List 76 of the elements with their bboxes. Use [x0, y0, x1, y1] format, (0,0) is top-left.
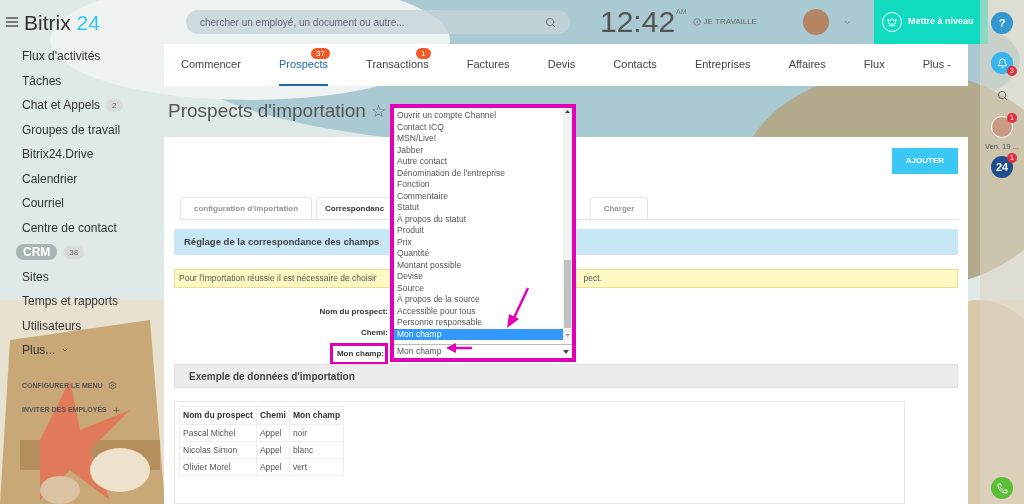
nav-tab[interactable]: Entreprises	[694, 44, 751, 86]
annotation-arrow	[504, 286, 530, 330]
dropdown-option[interactable]: Devise	[394, 271, 563, 283]
page-title: Prospects d'importation	[168, 99, 366, 124]
table-cell: Appel	[256, 441, 290, 459]
sidebar-item[interactable]: Plus...	[22, 341, 56, 360]
dropdown-list[interactable]	[390, 104, 576, 362]
menu-icon[interactable]	[6, 17, 18, 27]
nav-tab[interactable]: Contacts	[613, 44, 657, 86]
sidebar-item[interactable]: Chat et Appels	[22, 96, 101, 115]
nav-tab[interactable]: Devis	[547, 44, 576, 86]
caret-icon	[563, 349, 569, 354]
dropdown-option[interactable]: MSN/Live!	[394, 133, 563, 145]
table-cell: noir	[289, 424, 344, 442]
dropdown-option[interactable]: Source	[394, 282, 563, 294]
annotation-arrow	[446, 343, 472, 353]
dropdown-option[interactable]: À propos de la source	[394, 294, 563, 306]
dropdown-option[interactable]: À propos du statut	[394, 213, 563, 225]
phone-icon	[996, 482, 1008, 494]
field-label: Chemi:	[360, 327, 388, 339]
table-cell: Appel	[256, 458, 290, 476]
sidebar-item[interactable]: Groupes de travail	[22, 120, 121, 139]
nav-tab[interactable]: Factures	[466, 44, 510, 86]
clock-time: 12:42	[600, 7, 676, 37]
search-icon[interactable]	[545, 16, 556, 28]
sidebar-item[interactable]: Temps et rapports	[22, 292, 119, 311]
sidebar-item[interactable]: Tâches	[22, 71, 62, 90]
sidebar-item[interactable]: Sites	[22, 267, 49, 286]
dropdown-option[interactable]: Montant possible	[394, 259, 563, 271]
table-cell: vert	[289, 458, 344, 476]
favorite-star[interactable]: ☆	[370, 98, 386, 125]
notice-text: pect.	[583, 272, 602, 285]
column-header: Nom du prospect	[179, 406, 257, 425]
count-badge: 37	[311, 48, 330, 59]
sidebar-item[interactable]: Utilisateurs	[22, 316, 82, 335]
dropdown-option[interactable]: Jabber	[394, 144, 563, 156]
table-cell: Nicolas Simon	[179, 441, 257, 459]
dropdown-option[interactable]: Ouvrir un compte Channel	[394, 110, 563, 122]
dropdown-option[interactable]: Contact ICQ	[394, 121, 563, 133]
dropdown-option[interactable]: Prix	[394, 236, 563, 248]
nav-tab[interactable]: Flux	[863, 44, 885, 86]
dropdown-option[interactable]: Autre contact	[394, 156, 563, 168]
column-header: Chemi	[256, 406, 290, 425]
nav-tab[interactable]: Prospects 37	[279, 44, 328, 86]
dropdown-option[interactable]: Statut	[394, 202, 563, 214]
table-cell: Appel	[256, 424, 290, 442]
logo: Bitrix 24	[24, 11, 100, 33]
sidebar-item[interactable]: Courriel	[22, 194, 64, 213]
table-cell: Pascal Michel	[179, 424, 257, 442]
status-icon	[692, 18, 701, 26]
work-status[interactable]: JE TRAVAILLE	[703, 16, 757, 28]
plus-icon[interactable]	[111, 405, 121, 415]
dropdown-option[interactable]: Commentaire	[394, 190, 563, 202]
sidebar-item[interactable]: Bitrix24.Drive	[22, 145, 94, 164]
nav-tab[interactable]: Transactions 1	[366, 44, 429, 86]
search-icon[interactable]	[996, 90, 1008, 101]
scrollbar[interactable]	[563, 108, 572, 340]
nav-tab[interactable]: Commencer	[181, 44, 241, 86]
dropdown-option[interactable]: Accessible pour tous	[394, 305, 563, 317]
nav-tab[interactable]: Plus -	[922, 44, 951, 86]
dropdown-option[interactable]: Personne responsable	[394, 317, 563, 329]
table-cell: Olivier Morel	[179, 458, 257, 476]
dropdown-option[interactable]: Fonction	[394, 179, 563, 191]
sidebar-item[interactable]: Flux d'activités	[22, 47, 101, 66]
search-field[interactable]: chercher un employé, un document ou autre...	[186, 10, 570, 34]
dropdown-option[interactable]: Dénomination de l'entreprise	[394, 167, 563, 179]
table-cell: blanc	[289, 441, 344, 459]
sidebar-item[interactable]: Calendrier	[22, 169, 78, 188]
notice-text: Pour l'importation réussie il est nécessaire de choisir	[179, 272, 377, 285]
section-header: Exemple de données d'importation	[174, 364, 958, 388]
settings-icon[interactable]	[107, 381, 117, 391]
count-badge: 1	[416, 48, 431, 59]
column-header: Mon champ	[289, 406, 344, 425]
sidebar-item[interactable]: Centre de contact	[22, 218, 117, 237]
field-label: Nom du prospect:	[319, 306, 388, 318]
nav-tab[interactable]: Affaires	[788, 44, 826, 86]
